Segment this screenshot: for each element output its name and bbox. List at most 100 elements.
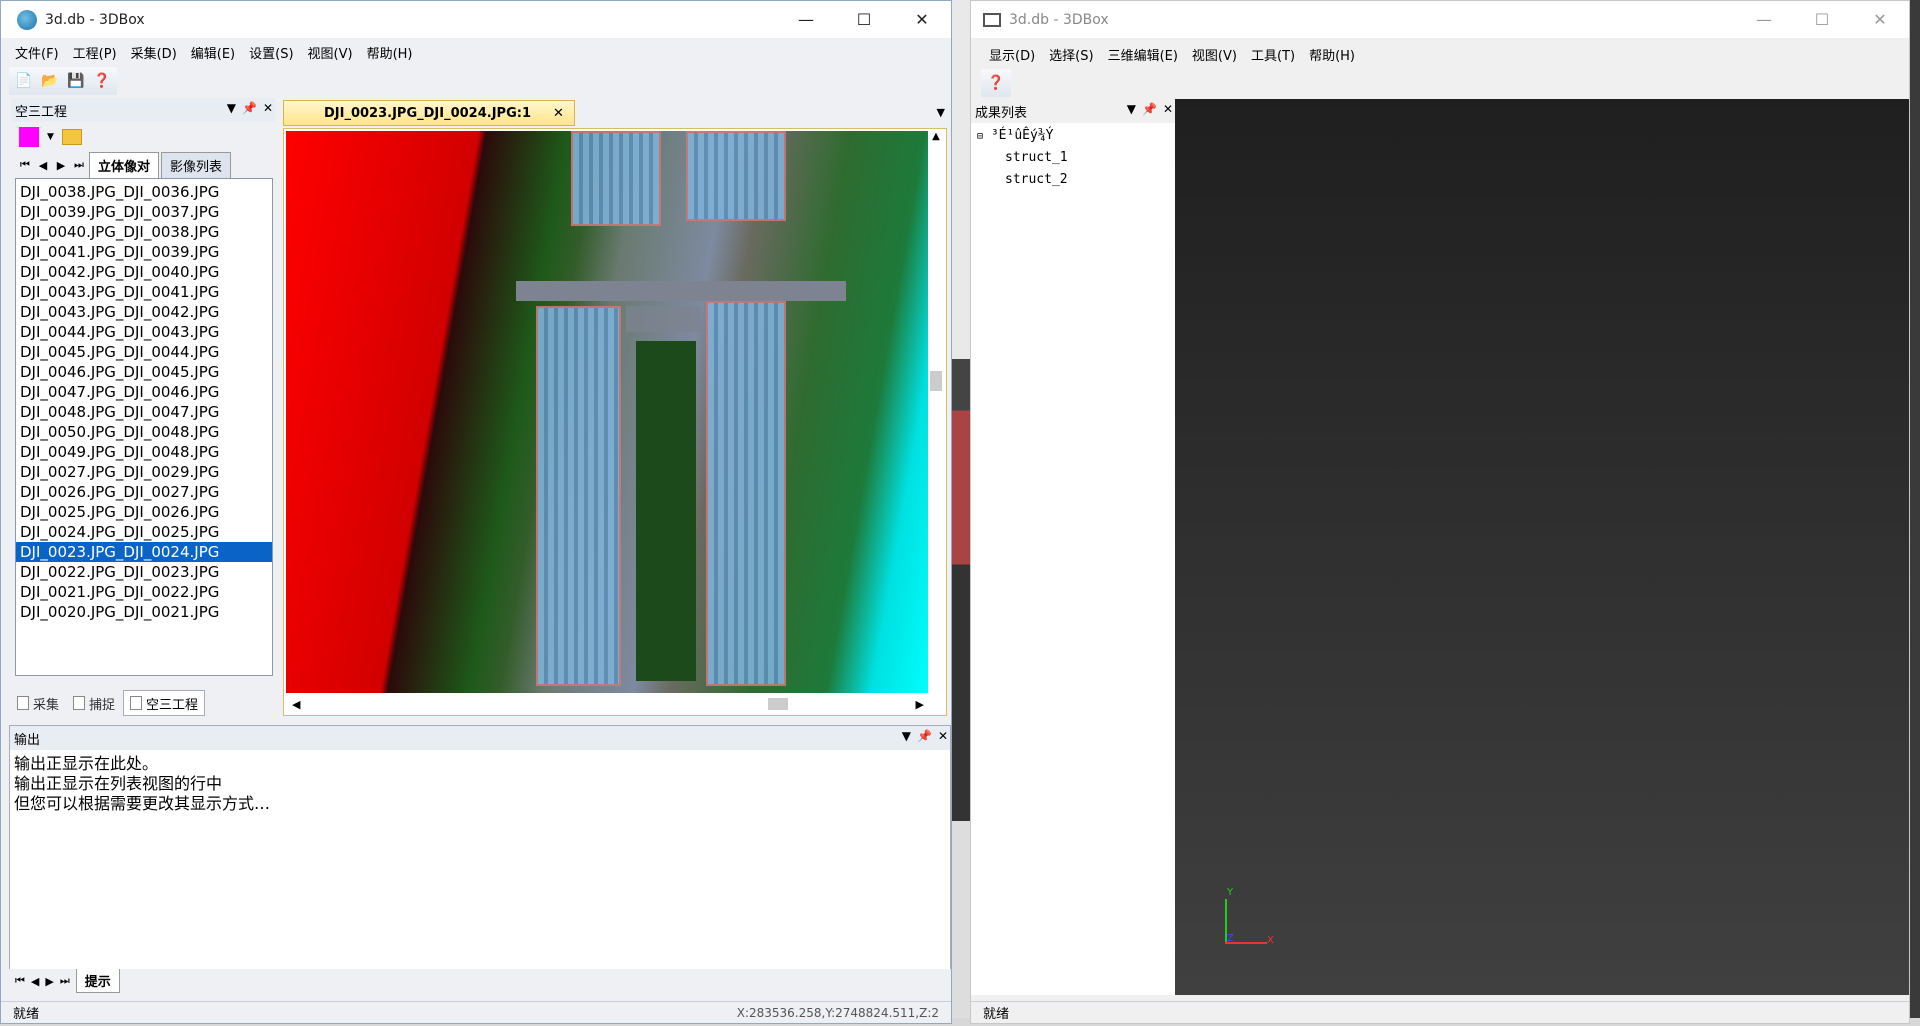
menu-project[interactable]: 工程(P) — [73, 43, 117, 62]
dropdown-icon[interactable]: ▼ — [902, 729, 911, 743]
tab-aerial-project[interactable]: 空三工程 — [123, 690, 206, 716]
dropdown-icon[interactable]: ▼ — [227, 101, 236, 115]
list-item[interactable]: DJI_0038.JPG_DJI_0036.JPG — [16, 182, 272, 202]
list-item[interactable]: DJI_0021.JPG_DJI_0022.JPG — [16, 582, 272, 602]
tab-capture[interactable]: 采集 — [11, 690, 65, 716]
list-item[interactable]: DJI_0027.JPG_DJI_0029.JPG — [16, 462, 272, 482]
last-icon[interactable]: ⏭ — [71, 158, 87, 172]
maximize-button[interactable]: ☐ — [1793, 1, 1851, 38]
last-icon[interactable]: ⏭ — [60, 974, 70, 988]
x-axis-label: X — [1267, 935, 1274, 946]
minimize-button[interactable]: — — [777, 1, 835, 38]
list-item[interactable]: DJI_0022.JPG_DJI_0023.JPG — [16, 562, 272, 582]
pin-icon[interactable]: 📌 — [242, 101, 257, 115]
vertical-scrollbar[interactable]: ▲ — [928, 131, 944, 693]
list-item[interactable]: DJI_0045.JPG_DJI_0044.JPG — [16, 342, 272, 362]
menu-settings[interactable]: 设置(S) — [249, 43, 293, 62]
list-item[interactable]: DJI_0020.JPG_DJI_0021.JPG — [16, 602, 272, 622]
menu-capture[interactable]: 采集(D) — [131, 43, 177, 62]
panel-header: 成果列表 ▼ 📌 ✕ — [971, 99, 1175, 123]
document-tab[interactable]: DJI_0023.JPG_DJI_0024.JPG:1 ✕ — [283, 100, 575, 126]
menu-file[interactable]: 文件(F) — [15, 43, 59, 62]
menu-view[interactable]: 视图(V) — [308, 43, 353, 62]
pin-icon[interactable]: 📌 — [1142, 102, 1157, 116]
list-item[interactable]: DJI_0043.JPG_DJI_0042.JPG — [16, 302, 272, 322]
scroll-up-icon[interactable]: ▲ — [928, 131, 944, 142]
prev-icon[interactable]: ◀ — [31, 975, 39, 988]
close-tab-icon[interactable]: ✕ — [553, 106, 564, 121]
save-icon[interactable]: 💾 — [65, 70, 87, 92]
tab-tips[interactable]: 提示 — [75, 969, 120, 993]
first-icon[interactable]: ⏮ — [15, 974, 25, 988]
minimize-button[interactable]: — — [1735, 1, 1793, 38]
menu-display[interactable]: 显示(D) — [989, 45, 1035, 64]
output-line: 输出正显示在此处。 — [14, 754, 159, 773]
menu-edit[interactable]: 编辑(E) — [191, 43, 235, 62]
new-file-icon[interactable]: 📄 — [13, 70, 35, 92]
close-button[interactable]: ✕ — [893, 1, 951, 38]
list-item[interactable]: DJI_0046.JPG_DJI_0045.JPG — [16, 362, 272, 382]
list-item[interactable]: DJI_0049.JPG_DJI_0048.JPG — [16, 442, 272, 462]
list-item[interactable]: DJI_0048.JPG_DJI_0047.JPG — [16, 402, 272, 422]
list-item[interactable]: DJI_0025.JPG_DJI_0026.JPG — [16, 502, 272, 522]
menu-tools[interactable]: 工具(T) — [1251, 45, 1295, 64]
menu-3d-edit[interactable]: 三维编辑(E) — [1108, 45, 1178, 64]
list-item[interactable]: DJI_0047.JPG_DJI_0046.JPG — [16, 382, 272, 402]
tab-snap[interactable]: 捕捉 — [67, 690, 121, 716]
scroll-thumb[interactable] — [768, 698, 788, 710]
horizontal-scrollbar[interactable]: ◀ ▶ — [286, 695, 930, 713]
color-dropdown-icon[interactable]: ▼ — [47, 132, 54, 142]
collapse-icon[interactable]: ⊟ — [977, 131, 983, 142]
close-button[interactable]: ✕ — [1851, 1, 1909, 38]
app-icon — [17, 9, 37, 30]
close-icon[interactable]: ✕ — [263, 101, 273, 115]
open-folder-icon[interactable]: 📂 — [39, 70, 61, 92]
list-item[interactable]: DJI_0039.JPG_DJI_0037.JPG — [16, 202, 272, 222]
menu-help[interactable]: 帮助(H) — [367, 43, 413, 62]
pin-icon[interactable]: 📌 — [917, 729, 932, 743]
menu-help[interactable]: 帮助(H) — [1309, 45, 1355, 64]
tree-item[interactable]: struct_2 — [977, 169, 1175, 191]
list-item[interactable]: DJI_0043.JPG_DJI_0041.JPG — [16, 282, 272, 302]
first-icon[interactable]: ⏮ — [17, 158, 33, 172]
list-tabs: ⏮ ◀ ▶ ⏭ 立体像对 影像列表 — [11, 152, 275, 178]
tab-stereo-pairs[interactable]: 立体像对 — [89, 152, 160, 178]
tree-root[interactable]: ⊟ ³É¹ûÊý¾Ý — [977, 125, 1175, 147]
list-item[interactable]: DJI_0026.JPG_DJI_0027.JPG — [16, 482, 272, 502]
3d-viewport[interactable]: Y X Z — [1175, 99, 1909, 995]
road — [516, 281, 846, 301]
scroll-left-icon[interactable]: ◀ — [292, 698, 300, 711]
next-icon[interactable]: ▶ — [53, 159, 69, 172]
list-item[interactable]: DJI_0042.JPG_DJI_0040.JPG — [16, 262, 272, 282]
dropdown-icon[interactable]: ▼ — [1127, 102, 1136, 116]
scroll-thumb[interactable] — [930, 371, 942, 391]
menu-select[interactable]: 选择(S) — [1049, 45, 1093, 64]
list-item-selected[interactable]: DJI_0023.JPG_DJI_0024.JPG — [16, 542, 272, 562]
list-item[interactable]: DJI_0044.JPG_DJI_0043.JPG — [16, 322, 272, 342]
tab-image-list[interactable]: 影像列表 — [161, 152, 232, 178]
stereo-anaglyph-image[interactable] — [286, 131, 930, 693]
close-icon[interactable]: ✕ — [1163, 102, 1173, 116]
list-item[interactable]: DJI_0040.JPG_DJI_0038.JPG — [16, 222, 272, 242]
list-item[interactable]: DJI_0024.JPG_DJI_0025.JPG — [16, 522, 272, 542]
prev-icon[interactable]: ◀ — [35, 159, 51, 172]
help-icon[interactable]: ❓ — [985, 72, 1007, 94]
list-item[interactable]: DJI_0050.JPG_DJI_0048.JPG — [16, 422, 272, 442]
title-bar: 3d.db - 3DBox — ☐ ✕ — [971, 1, 1909, 38]
maximize-button[interactable]: ☐ — [835, 1, 893, 38]
status-text: 就绪 — [13, 1007, 40, 1022]
status-text: 就绪 — [983, 1007, 1010, 1022]
list-item[interactable]: DJI_0041.JPG_DJI_0039.JPG — [16, 242, 272, 262]
main-window: 3d.db - 3DBox — ☐ ✕ 文件(F) 工程(P) 采集(D) 编辑… — [0, 0, 952, 1024]
tree-item[interactable]: struct_1 — [977, 147, 1175, 169]
help-icon[interactable]: ❓ — [91, 70, 113, 92]
color-swatch[interactable] — [19, 127, 39, 147]
tab-label: 采集 — [33, 697, 60, 713]
scroll-right-icon[interactable]: ▶ — [916, 698, 924, 711]
close-icon[interactable]: ✕ — [938, 729, 948, 743]
tab-list-dropdown-icon[interactable]: ▼ — [937, 106, 945, 119]
menu-bar: 文件(F) 工程(P) 采集(D) 编辑(E) 设置(S) 视图(V) 帮助(H… — [1, 39, 951, 65]
folder-icon[interactable] — [61, 129, 82, 145]
next-icon[interactable]: ▶ — [45, 975, 53, 988]
menu-view[interactable]: 视图(V) — [1192, 45, 1237, 64]
